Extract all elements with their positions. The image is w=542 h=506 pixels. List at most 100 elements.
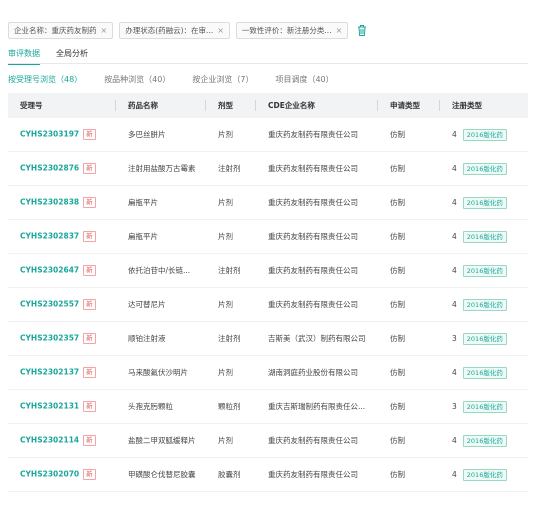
application-type: 仿制 (390, 334, 405, 343)
registration-badge: 2016版化药 (462, 128, 507, 141)
table-row[interactable]: CYHS2302114 新 盐酸二甲双胍缓释片 片剂 重庆药友制药有限责任公司 仿制 4 20… (8, 424, 528, 458)
registration-type: 4 2016版化药 (440, 468, 528, 481)
acceptance-number-link[interactable]: CYHS2302557 (20, 300, 79, 309)
acceptance-number-link[interactable]: CYHS2302114 (20, 436, 79, 445)
registration-type: 3 2016版化药 (440, 332, 528, 345)
company-name: 重庆药友制药有限责任公司 (268, 232, 358, 241)
table-body: CYHS2303197 新多巴丝肼片 片剂 重庆药友制药有限责任公司 仿制 4 2016版化… (8, 118, 528, 492)
acceptance-number-link[interactable]: CYHS2302070 (20, 470, 79, 479)
filter-chip-status[interactable]: 办理状态(药融云)：在审... × (119, 22, 230, 39)
drug-name: 马来酸氟伏沙明片 (128, 368, 188, 377)
acceptance-cell: CYHS2302557 新 (8, 299, 116, 310)
dosage-form: 片剂 (218, 368, 233, 377)
dosage-form: 注射剂 (218, 266, 241, 275)
drug-name: 注射用盐酸万古霉素 (128, 164, 196, 173)
new-badge: 新 (83, 197, 96, 208)
table-row[interactable]: CYHS2302131 新 头孢克肟颗粒 颗粒剂 重庆吉斯瑞制药有限责任公... 仿制 3 2… (8, 390, 528, 424)
registration-class: 4 (452, 129, 457, 139)
dosage-form: 片剂 (218, 232, 233, 241)
new-badge: 新 (83, 435, 96, 446)
close-icon[interactable]: × (336, 26, 343, 35)
new-badge: 新 (83, 163, 96, 174)
table-row[interactable]: CYHS2302837 新 扁瓶平片 片剂 重庆药友制药有限责任公司 仿制 4 2016版化药 (8, 220, 528, 254)
drug-name: 扁瓶平片 (128, 198, 158, 207)
registration-type: 4 2016版化药 (440, 128, 528, 141)
table-row[interactable]: CYHS2302838 新 扁瓶平片 片剂 重庆药友制药有限责任公司 仿制 4 2016版化药 (8, 186, 528, 220)
filter-chip-company[interactable]: 企业名称：重庆药友制药 × (8, 22, 114, 39)
company-name: 重庆药友制药有限责任公司 (268, 470, 358, 479)
new-badge: 新 (83, 231, 96, 242)
subtab-by-acceptance[interactable]: 按受理号浏览（48） (8, 74, 82, 85)
column-header: CDE企业名称 (256, 93, 378, 118)
table-row[interactable]: CYHS2302070 新 甲磺酸仑伐替尼胶囊 胶囊剂 重庆药友制药有限责任公司 仿制 4 2… (8, 458, 528, 492)
registration-badge: 2016版化药 (462, 196, 507, 209)
close-icon[interactable]: × (217, 26, 224, 35)
registration-badge: 2016版化药 (462, 366, 507, 379)
application-type: 仿制 (390, 368, 405, 377)
registration-type: 4 2016版化药 (440, 196, 528, 209)
registration-type: 3 2016版化药 (440, 400, 528, 413)
company-name: 吉斯美（武汉）制药有限公司 (268, 334, 366, 343)
acceptance-cell: CYHS2302876 新 (8, 163, 116, 174)
table-row[interactable]: CYHS2302557 新 达可替尼片 片剂 重庆药友制药有限责任公司 仿制 4 2016版化… (8, 288, 528, 322)
registration-type: 4 2016版化药 (440, 264, 528, 277)
table-row[interactable]: CYHS2302647 新 依托泊苷中/长链... 注射剂 重庆药友制药有限责任公司 仿制… (8, 254, 528, 288)
new-badge: 新 (83, 469, 96, 480)
dosage-form: 注射剂 (218, 164, 241, 173)
acceptance-number-link[interactable]: CYHS2302876 (20, 164, 79, 173)
acceptance-cell: CYHS2302137 新 (8, 367, 116, 378)
column-header: 药品名称 (116, 93, 206, 118)
new-badge: 新 (83, 129, 96, 140)
acceptance-number-link[interactable]: CYHS2302838 (20, 198, 79, 207)
registration-type: 4 2016版化药 (440, 230, 528, 243)
table-row[interactable]: CYHS2303197 新 多巴丝肼片 片剂 重庆药友制药有限责任公司 仿制 4 2016版化… (8, 118, 528, 152)
acceptance-number-link[interactable]: CYHS2302647 (20, 266, 79, 275)
acceptance-cell: CYHS2302838 新 (8, 197, 116, 208)
dosage-form: 片剂 (218, 300, 233, 309)
acceptance-number-link[interactable]: CYHS2303197 (20, 130, 79, 139)
registration-class: 3 (452, 333, 457, 343)
acceptance-number-link[interactable]: CYHS2302357 (20, 334, 79, 343)
table-row[interactable]: CYHS2302137 新 马来酸氟伏沙明片 片剂 湖南洞庭药业股份有限公司 仿制 4 201… (8, 356, 528, 390)
registration-badge: 2016版化药 (462, 264, 507, 277)
dosage-form: 胶囊剂 (218, 470, 241, 479)
subtab-by-variety[interactable]: 按品种浏览（40） (104, 74, 170, 85)
table-row[interactable]: CYHS2302357 新 顺铂注射液 注射剂 吉斯美（武汉）制药有限公司 仿制 3 2016… (8, 322, 528, 356)
drug-name: 达可替尼片 (128, 300, 166, 309)
application-type: 仿制 (390, 436, 405, 445)
registration-class: 3 (452, 401, 457, 411)
registration-type: 4 2016版化药 (440, 434, 528, 447)
company-name: 重庆药友制药有限责任公司 (268, 300, 358, 309)
trash-icon[interactable] (356, 24, 368, 37)
registration-class: 4 (452, 197, 457, 207)
company-name: 重庆药友制药有限责任公司 (268, 130, 358, 139)
subtab-by-company[interactable]: 按企业浏览（7） (192, 74, 253, 85)
company-name: 重庆药友制药有限责任公司 (268, 164, 358, 173)
filter-chip-consistency[interactable]: 一致性评价：新注册分类... × (235, 22, 349, 39)
acceptance-cell: CYHS2303197 新 (8, 129, 116, 140)
acceptance-cell: CYHS2302114 新 (8, 435, 116, 446)
registration-badge: 2016版化药 (462, 162, 507, 175)
registration-badge: 2016版化药 (462, 230, 507, 243)
acceptance-cell: CYHS2302070 新 (8, 469, 116, 480)
registration-badge: 2016版化药 (462, 434, 507, 447)
drug-name: 盐酸二甲双胍缓释片 (128, 436, 196, 445)
filter-bar: 企业名称：重庆药友制药 × 办理状态(药融云)：在审... × 一致性评价：新注… (8, 22, 368, 39)
registration-badge: 2016版化药 (462, 332, 507, 345)
close-icon[interactable]: × (101, 26, 108, 35)
subtab-project-schedule[interactable]: 项目调度（40） (275, 74, 333, 85)
new-badge: 新 (83, 333, 96, 344)
drug-name: 依托泊苷中/长链... (128, 266, 191, 275)
acceptance-number-link[interactable]: CYHS2302137 (20, 368, 79, 377)
table-row[interactable]: CYHS2302876 新 注射用盐酸万古霉素 注射剂 重庆药友制药有限责任公司 仿制 4 2… (8, 152, 528, 186)
registration-class: 4 (452, 299, 457, 309)
application-type: 仿制 (390, 402, 405, 411)
company-name: 湖南洞庭药业股份有限公司 (268, 368, 358, 377)
registration-class: 4 (452, 435, 457, 445)
company-name: 重庆吉斯瑞制药有限责任公... (268, 402, 366, 411)
acceptance-number-link[interactable]: CYHS2302837 (20, 232, 79, 241)
acceptance-number-link[interactable]: CYHS2302131 (20, 402, 79, 411)
acceptance-cell: CYHS2302357 新 (8, 333, 116, 344)
application-type: 仿制 (390, 198, 405, 207)
column-header: 申请类型 (378, 93, 440, 118)
